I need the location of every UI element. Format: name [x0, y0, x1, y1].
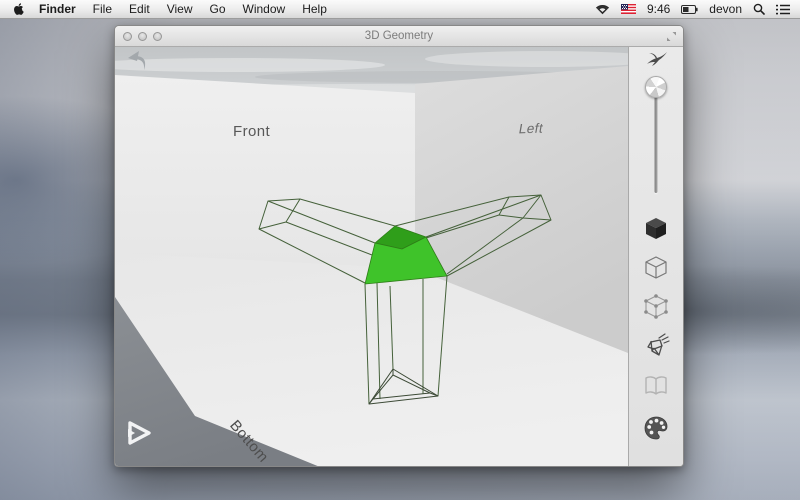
handbook-icon[interactable] — [643, 375, 669, 397]
scene-svg — [115, 47, 628, 466]
apple-menu-icon[interactable] — [13, 2, 26, 16]
user-menu[interactable]: devon — [709, 2, 742, 16]
minimize-button[interactable] — [138, 31, 147, 41]
menu-bar: Finder File Edit View Go Window Help 9:4… — [0, 0, 800, 19]
close-button[interactable] — [123, 31, 132, 41]
bird-swoop-icon[interactable] — [644, 49, 668, 69]
us-flag-icon[interactable] — [620, 4, 636, 14]
solid-cube-icon[interactable] — [643, 215, 669, 241]
battery-icon[interactable] — [681, 4, 698, 14]
label-front: Front — [233, 123, 271, 140]
menu-help[interactable]: Help — [302, 2, 327, 16]
window-title: 3D Geometry — [364, 30, 434, 42]
geometry-viewport[interactable]: Front Left Bottom — [115, 47, 628, 466]
label-left: Left — [517, 120, 545, 137]
vertex-cube-icon[interactable] — [643, 293, 669, 319]
wireframe-cube-icon[interactable] — [643, 254, 669, 280]
menu-window[interactable]: Window — [243, 2, 286, 16]
title-bar: 3D Geometry — [115, 26, 683, 47]
wifi-icon[interactable] — [595, 4, 610, 15]
apple-logo-icon — [14, 3, 24, 15]
tool-sidebar — [628, 47, 683, 466]
menu-file[interactable]: File — [93, 2, 112, 16]
menu-edit[interactable]: Edit — [129, 2, 150, 16]
app-window-3d-geometry: 3D Geometry Front Left Bottom — [114, 25, 684, 467]
palette-icon[interactable] — [643, 415, 669, 441]
desktop-wallpaper: Finder File Edit View Go Window Help 9:4… — [0, 0, 800, 500]
menu-finder[interactable]: Finder — [39, 2, 76, 16]
spotlight-search-icon[interactable] — [753, 3, 765, 15]
wall-front[interactable] — [115, 75, 415, 269]
undo-arrow-icon[interactable] — [124, 49, 150, 73]
notification-list-icon[interactable] — [776, 4, 790, 15]
fullscreen-icon[interactable] — [666, 31, 677, 42]
explode-cube-icon[interactable] — [642, 332, 670, 359]
menu-view[interactable]: View — [167, 2, 193, 16]
clock[interactable]: 9:46 — [647, 2, 670, 16]
zoom-slider-track[interactable] — [654, 85, 658, 193]
next-step-icon[interactable] — [123, 419, 155, 447]
zoom-slider-knob[interactable] — [645, 76, 667, 98]
menu-go[interactable]: Go — [210, 2, 226, 16]
zoom-button[interactable] — [153, 31, 162, 41]
